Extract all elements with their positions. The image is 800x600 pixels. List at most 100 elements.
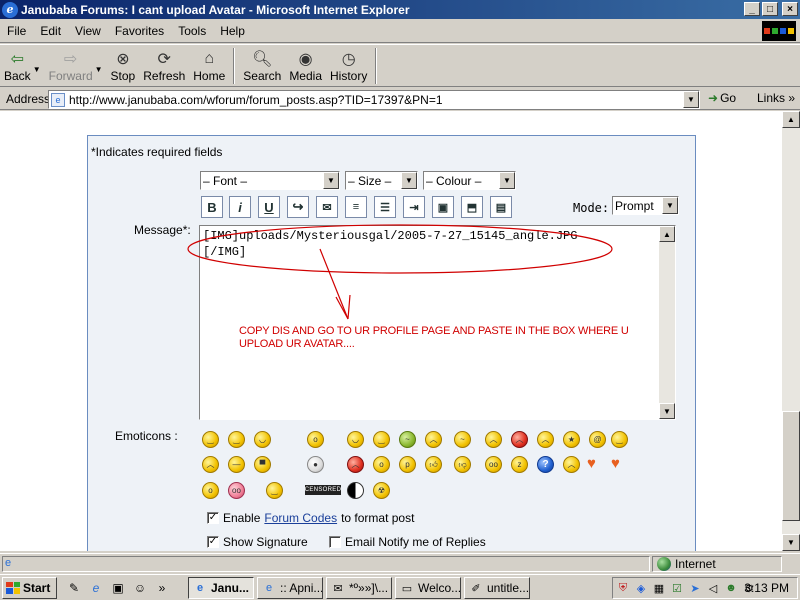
minimize-button[interactable]: _ — [744, 2, 760, 16]
shy-emoticon-icon[interactable]: o — [202, 482, 219, 499]
maximize-button[interactable]: □ — [762, 2, 778, 16]
floppy-icon: ▤ — [495, 201, 507, 214]
back-dropdown-icon[interactable]: ▼ — [33, 65, 41, 74]
start-button[interactable]: Start — [2, 576, 57, 599]
show-signature-checkbox[interactable]: ✓ — [207, 536, 219, 548]
colour-select[interactable]: – Colour – ▼ — [423, 171, 516, 190]
confused-emoticon-icon[interactable]: ~ — [454, 431, 471, 448]
links-button[interactable]: Links » — [757, 91, 795, 105]
sick-emoticon-icon[interactable]: ~ — [399, 431, 416, 448]
search-button[interactable]: 🔍︎ Search — [239, 46, 285, 86]
home-button[interactable]: ⌂ Home — [189, 46, 229, 86]
task-apni[interactable]: e :: Apni... — [257, 577, 323, 599]
broken-heart-emoticon-icon[interactable]: ♥ — [611, 455, 620, 472]
email-notify-checkbox[interactable] — [329, 536, 341, 548]
menu-edit[interactable]: Edit — [33, 24, 68, 38]
desktop-icon[interactable]: ▣ — [109, 579, 127, 597]
scroll-up-icon[interactable]: ▲ — [782, 111, 800, 128]
stop-button[interactable]: ⊗ Stop — [107, 46, 140, 86]
refresh-button[interactable]: ⟳ Refresh — [139, 46, 189, 86]
address-input[interactable]: e http://www.janubaba.com/wforum/forum_p… — [48, 90, 700, 109]
mode-label: Mode: — [573, 201, 610, 215]
surprised-emoticon-icon[interactable]: o — [373, 456, 390, 473]
thumbs-down-emoticon-icon[interactable]: 👎︎ — [454, 456, 471, 473]
center-align-icon: ≡ — [352, 201, 360, 213]
task-janubaba[interactable]: e Janu... — [188, 577, 254, 599]
history-button[interactable]: ◷ History — [326, 46, 371, 86]
upset-emoticon-icon[interactable]: ︿ — [563, 456, 580, 473]
media-button[interactable]: ◉ Media — [285, 46, 326, 86]
sleepy-emoticon-icon[interactable]: z — [511, 456, 528, 473]
dizzy-emoticon-icon[interactable]: @ — [589, 431, 606, 448]
laugh-emoticon-icon[interactable]: ◡ — [254, 431, 271, 448]
ie-quicklaunch-icon[interactable]: e — [87, 579, 105, 597]
tongue-emoticon-icon[interactable]: p — [399, 456, 416, 473]
question-emoticon-icon[interactable]: ? — [537, 456, 554, 473]
task-chat[interactable]: ✉ *º»»]\... — [326, 577, 392, 599]
messenger-tray-icon[interactable]: ☻ — [723, 580, 739, 596]
smile-emoticon-icon[interactable]: ‿ — [202, 431, 219, 448]
clap-emoticon-icon[interactable]: ‿ — [266, 482, 283, 499]
scroll-down-icon[interactable]: ▼ — [659, 403, 675, 419]
sad-emoticon-icon[interactable]: ︿ — [537, 431, 554, 448]
blush-emoticon-icon[interactable]: ‿ — [373, 431, 390, 448]
task-welcome[interactable]: ▭ Welco... — [395, 577, 461, 599]
page-scrollbar[interactable]: ▲ ▼ — [782, 111, 800, 551]
antivirus-icon[interactable]: ◈ — [633, 580, 649, 596]
annotation-arrowhead — [335, 296, 349, 320]
address-dropdown-icon[interactable]: ▼ — [683, 91, 699, 108]
size-select[interactable]: – Size – ▼ — [345, 171, 418, 190]
mode-select[interactable]: Prompt ▼ — [612, 196, 679, 215]
forum-codes-link[interactable]: Forum Codes — [264, 511, 337, 525]
close-button[interactable]: × — [782, 2, 798, 16]
forward-button[interactable]: ⇨ Forward — [45, 46, 97, 86]
cry-emoticon-icon[interactable]: ︿ — [485, 431, 502, 448]
task-label: :: Apni... — [280, 581, 323, 595]
go-button[interactable]: ➜ Go — [708, 91, 736, 105]
address-url[interactable]: http://www.janubaba.com/wforum/forum_pos… — [69, 93, 443, 107]
menu-favorites[interactable]: Favorites — [108, 24, 171, 38]
scroll-thumb[interactable] — [782, 411, 800, 521]
chat-task-icon: ✉ — [333, 582, 343, 595]
shield-icon[interactable]: ⛨ — [615, 580, 631, 596]
angry-emoticon-icon[interactable]: ︿ — [425, 431, 442, 448]
yin-yang-emoticon-icon[interactable] — [347, 482, 364, 499]
shock-emoticon-icon[interactable]: o — [307, 431, 324, 448]
devil-emoticon-icon[interactable]: ︿ — [347, 456, 364, 473]
messenger-icon[interactable]: ☺ — [131, 579, 149, 597]
heart-emoticon-icon[interactable]: ♥ — [587, 455, 596, 472]
star-emoticon-icon[interactable]: ★ — [563, 431, 580, 448]
clown-emoticon-icon[interactable]: ● — [307, 456, 324, 473]
cool-emoticon-icon[interactable]: ▀ — [254, 456, 271, 473]
forward-dropdown-icon[interactable]: ▼ — [95, 65, 103, 74]
font-select[interactable]: – Font – ▼ — [200, 171, 340, 190]
wink-emoticon-icon[interactable]: ‿ — [228, 431, 245, 448]
more-chevron-icon[interactable]: » — [153, 579, 171, 597]
content-emoticon-icon[interactable]: ‿ — [611, 431, 628, 448]
menu-view[interactable]: View — [68, 24, 108, 38]
network-icon[interactable]: ▦ — [651, 580, 667, 596]
back-button[interactable]: ⇦ Back — [0, 46, 35, 86]
radioactive-emoticon-icon[interactable]: ☢ — [373, 482, 390, 499]
pig-emoticon-icon[interactable]: oo — [228, 482, 245, 499]
scroll-up-icon[interactable]: ▲ — [659, 226, 675, 242]
checkbox-tray-icon[interactable]: ☑ — [669, 580, 685, 596]
censored-emoticon-icon[interactable]: CENSORED — [305, 485, 341, 495]
menu-help[interactable]: Help — [213, 24, 252, 38]
menu-tools[interactable]: Tools — [171, 24, 213, 38]
speaker-icon[interactable]: ◁ — [705, 580, 721, 596]
arrow-tray-icon[interactable]: ➤ — [687, 580, 703, 596]
scroll-down-icon[interactable]: ▼ — [782, 534, 800, 551]
task-untitled[interactable]: ✐ untitle... — [464, 577, 530, 599]
clock[interactable]: 3:13 PM — [744, 581, 789, 595]
nerd-emoticon-icon[interactable]: oo — [485, 456, 502, 473]
menu-file[interactable]: File — [0, 24, 33, 38]
frown-emoticon-icon[interactable]: ︿ — [202, 456, 219, 473]
enable-forum-codes-checkbox[interactable]: ✓ — [207, 512, 219, 524]
happy-emoticon-icon[interactable]: ◡ — [347, 431, 364, 448]
textarea-scrollbar[interactable]: ▲ ▼ — [659, 226, 675, 419]
thumbs-up-emoticon-icon[interactable]: 👍︎ — [425, 456, 442, 473]
mad-emoticon-icon[interactable]: ︿ — [511, 431, 528, 448]
neutral-emoticon-icon[interactable]: — — [228, 456, 245, 473]
edit-icon[interactable]: ✎ — [65, 579, 83, 597]
